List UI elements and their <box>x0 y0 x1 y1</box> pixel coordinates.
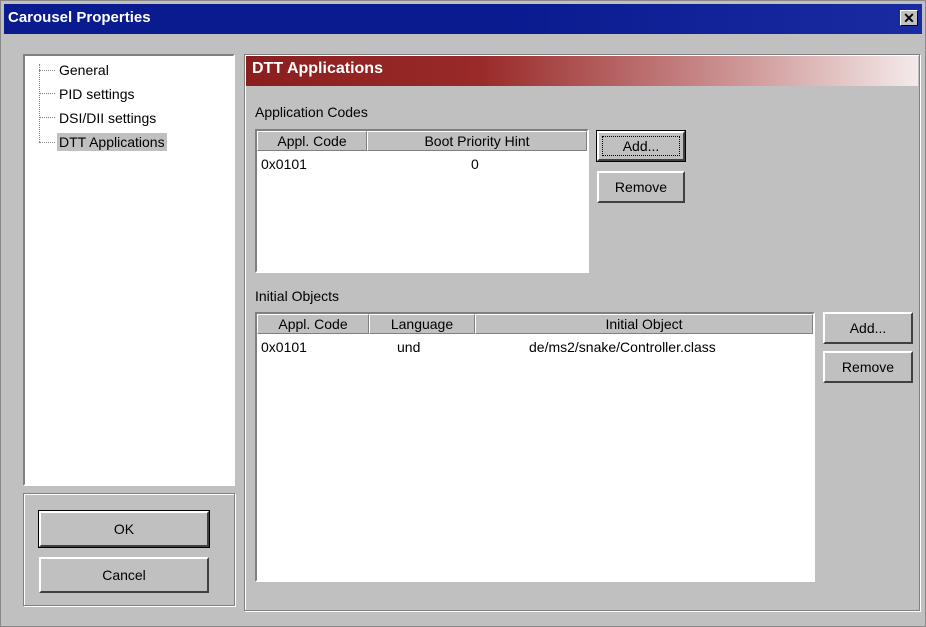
app-codes-remove-label: Remove <box>614 179 668 195</box>
tree-item-pid-settings[interactable]: PID settings <box>57 85 136 103</box>
tree-connector <box>39 117 55 118</box>
column-header-appl-code[interactable]: Appl. Code <box>257 314 369 334</box>
cancel-button-label: Cancel <box>102 567 146 583</box>
app-codes-remove-button[interactable]: Remove <box>597 171 685 203</box>
object-language-cell[interactable]: und <box>397 338 420 356</box>
column-header-appl-code[interactable]: Appl. Code <box>257 131 367 151</box>
boot-priority-cell[interactable]: 0 <box>471 155 479 173</box>
page-header: DTT Applications <box>246 56 918 86</box>
column-header-language[interactable]: Language <box>369 314 475 334</box>
tree-connector <box>39 93 55 94</box>
tree-item-dtt-applications[interactable]: DTT Applications <box>57 133 167 151</box>
cancel-button[interactable]: Cancel <box>39 557 209 593</box>
initial-objects-add-button[interactable]: Add... <box>823 312 913 344</box>
initial-object-cell[interactable]: de/ms2/snake/Controller.class <box>529 338 716 356</box>
close-button[interactable]: ✕ <box>900 10 918 26</box>
tree-item-dsi-dii-settings[interactable]: DSI/DII settings <box>57 109 158 127</box>
title-bar[interactable]: Carousel Properties ✕ <box>4 4 922 34</box>
column-header-boot-priority-hint[interactable]: Boot Priority Hint <box>367 131 587 151</box>
ok-button-label: OK <box>113 521 135 537</box>
tree-connector-vertical <box>39 64 40 142</box>
tree-item-general[interactable]: General <box>57 61 111 79</box>
settings-tree[interactable]: General PID settings DSI/DII settings DT… <box>23 54 235 486</box>
tree-connector <box>39 70 55 71</box>
app-codes-add-button[interactable]: Add... <box>596 130 686 162</box>
page-title: DTT Applications <box>252 60 383 77</box>
column-header-initial-object[interactable]: Initial Object <box>475 314 813 334</box>
close-icon: ✕ <box>903 10 915 26</box>
initial-objects-remove-button[interactable]: Remove <box>823 351 913 383</box>
initial-objects-label: Initial Objects <box>255 288 340 304</box>
window-title: Carousel Properties <box>8 9 151 26</box>
dialog-window: Carousel Properties ✕ General PID settin… <box>0 0 926 627</box>
ok-button[interactable]: OK <box>38 510 210 548</box>
dialog-buttons-panel: OK Cancel <box>23 493 235 606</box>
object-app-code-cell[interactable]: 0x0101 <box>261 338 307 356</box>
application-codes-label: Application Codes <box>255 104 368 120</box>
focus-rectangle <box>602 136 680 156</box>
application-codes-list[interactable]: Appl. Code Boot Priority Hint 0x0101 0 <box>255 129 589 273</box>
initial-objects-remove-label: Remove <box>841 359 895 375</box>
app-code-cell[interactable]: 0x0101 <box>261 155 307 173</box>
tree-connector <box>39 142 55 143</box>
initial-objects-list[interactable]: Appl. Code Language Initial Object 0x010… <box>255 312 815 582</box>
initial-objects-add-label: Add... <box>849 320 887 336</box>
